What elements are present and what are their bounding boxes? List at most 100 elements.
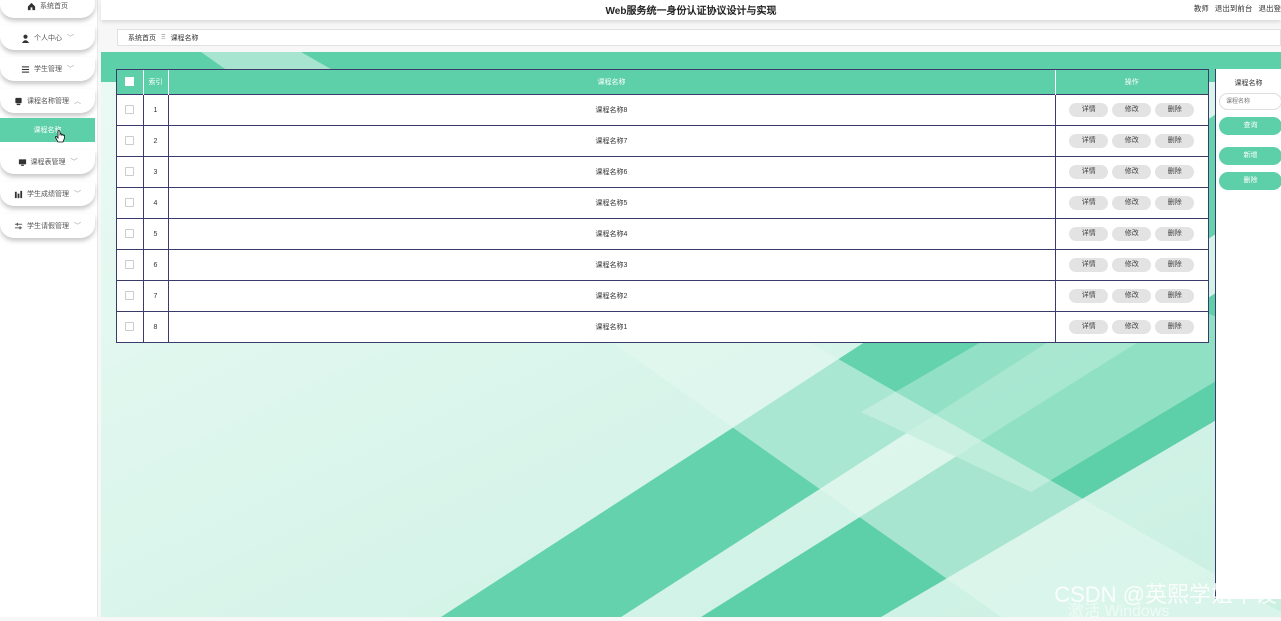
header-course-name: 课程名称 — [168, 70, 1055, 95]
detail-button[interactable]: 详情 — [1069, 196, 1108, 210]
table-row: 7课程名称2详情修改删除 — [117, 281, 1208, 312]
row-index: 2 — [143, 126, 168, 157]
back-to-front-link[interactable]: 退出到前台 — [1215, 4, 1253, 13]
chevron-down-icon: ﹀ — [71, 157, 78, 167]
edit-button[interactable]: 修改 — [1112, 320, 1151, 334]
detail-button[interactable]: 详情 — [1069, 103, 1108, 117]
chevron-down-icon: ﹀ — [67, 33, 74, 43]
row-index: 8 — [143, 312, 168, 343]
chevron-up-icon: ︿ — [74, 96, 81, 106]
row-checkbox[interactable] — [125, 167, 134, 176]
sidebar: 系统首页 个人中心 ﹀ 学生管理 ﹀ 课程名称管理 ︿ 课程名称 课程表管理 ﹀ — [0, 0, 98, 617]
breadcrumb: 系统首页 Ξ 课程名称 — [117, 29, 1281, 46]
table-row: 6课程名称3详情修改删除 — [117, 250, 1208, 281]
select-all-cell — [117, 70, 143, 95]
breadcrumb-current: 课程名称 — [171, 33, 199, 43]
detail-button[interactable]: 详情 — [1069, 165, 1108, 179]
row-course-name: 课程名称2 — [168, 281, 1055, 312]
chevron-down-icon: ﹀ — [67, 64, 74, 74]
sidebar-item-students[interactable]: 学生管理 ﹀ — [0, 57, 95, 81]
user-role: 教师 — [1194, 4, 1209, 13]
row-course-name: 课程名称6 — [168, 157, 1055, 188]
logout-link[interactable]: 退出登 — [1259, 4, 1281, 13]
row-checkbox[interactable] — [125, 198, 134, 207]
bar-chart-icon — [14, 190, 23, 199]
sliders-icon — [14, 222, 23, 231]
edit-button[interactable]: 修改 — [1112, 103, 1151, 117]
chevron-down-icon: ﹀ — [74, 189, 81, 199]
row-course-name: 课程名称8 — [168, 95, 1055, 126]
sidebar-item-profile[interactable]: 个人中心 ﹀ — [0, 26, 95, 50]
edit-button[interactable]: 修改 — [1112, 165, 1151, 179]
row-select-cell — [117, 281, 143, 312]
sidebar-item-label: 系统首页 — [40, 1, 68, 11]
delete-button[interactable]: 删除 — [1155, 165, 1194, 179]
row-select-cell — [117, 219, 143, 250]
edit-button[interactable]: 修改 — [1112, 258, 1151, 272]
sidebar-item-course-names[interactable]: 课程名称管理 ︿ — [0, 89, 95, 113]
row-actions: 详情修改删除 — [1055, 281, 1208, 312]
row-checkbox[interactable] — [125, 229, 134, 238]
detail-button[interactable]: 详情 — [1069, 258, 1108, 272]
search-panel: 课程名称 查询 新增 删除 — [1215, 69, 1281, 599]
sidebar-item-label: 课程名称管理 — [27, 96, 69, 106]
row-index: 1 — [143, 95, 168, 126]
edit-button[interactable]: 修改 — [1112, 196, 1151, 210]
table-row: 1课程名称8详情修改删除 — [117, 95, 1208, 126]
delete-button[interactable]: 删除 — [1155, 320, 1194, 334]
table-row: 4课程名称5详情修改删除 — [117, 188, 1208, 219]
delete-button[interactable]: 删除 — [1155, 103, 1194, 117]
row-select-cell — [117, 157, 143, 188]
row-actions: 详情修改删除 — [1055, 95, 1208, 126]
monitor-icon — [18, 158, 27, 167]
select-all-checkbox[interactable] — [125, 77, 134, 86]
breadcrumb-home[interactable]: 系统首页 — [128, 33, 156, 43]
header-index: 索引 — [143, 70, 168, 95]
delete-button[interactable]: 删除 — [1155, 134, 1194, 148]
row-course-name: 课程名称7 — [168, 126, 1055, 157]
search-label: 课程名称 — [1216, 78, 1281, 88]
user-icon — [21, 34, 30, 43]
row-actions: 详情修改删除 — [1055, 157, 1208, 188]
batch-delete-button[interactable]: 删除 — [1219, 172, 1281, 190]
detail-button[interactable]: 详情 — [1069, 227, 1108, 241]
query-button[interactable]: 查询 — [1219, 117, 1281, 135]
edit-button[interactable]: 修改 — [1112, 134, 1151, 148]
row-index: 6 — [143, 250, 168, 281]
sidebar-subitem-course-name[interactable]: 课程名称 — [0, 118, 95, 142]
edit-button[interactable]: 修改 — [1112, 289, 1151, 303]
sidebar-item-home[interactable]: 系统首页 — [0, 0, 95, 18]
row-course-name: 课程名称1 — [168, 312, 1055, 343]
sidebar-item-schedule[interactable]: 课程表管理 ﹀ — [0, 150, 95, 174]
table-row: 2课程名称7 详情修改删除 — [117, 126, 1208, 157]
row-checkbox[interactable] — [125, 291, 134, 300]
row-actions: 详情修改删除 — [1055, 250, 1208, 281]
detail-button[interactable]: 详情 — [1069, 134, 1108, 148]
row-checkbox[interactable] — [125, 260, 134, 269]
delete-button[interactable]: 删除 — [1155, 196, 1194, 210]
row-index: 4 — [143, 188, 168, 219]
delete-button[interactable]: 删除 — [1155, 289, 1194, 303]
row-index: 5 — [143, 219, 168, 250]
row-course-name: 课程名称3 — [168, 250, 1055, 281]
chevron-down-icon: ﹀ — [74, 221, 81, 231]
row-checkbox[interactable] — [125, 136, 134, 145]
row-index: 7 — [143, 281, 168, 312]
row-select-cell — [117, 250, 143, 281]
sidebar-item-label: 个人中心 — [34, 33, 62, 43]
add-button[interactable]: 新增 — [1219, 147, 1281, 165]
row-checkbox[interactable] — [125, 105, 134, 114]
sidebar-item-leave[interactable]: 学生请假管理 ﹀ — [0, 214, 95, 238]
delete-button[interactable]: 删除 — [1155, 227, 1194, 241]
detail-button[interactable]: 详情 — [1069, 320, 1108, 334]
edit-button[interactable]: 修改 — [1112, 227, 1151, 241]
home-icon — [27, 2, 36, 11]
detail-button[interactable]: 详情 — [1069, 289, 1108, 303]
delete-button[interactable]: 删除 — [1155, 258, 1194, 272]
list-icon — [21, 65, 30, 74]
table-row: 3课程名称6详情修改删除 — [117, 157, 1208, 188]
search-input[interactable] — [1219, 93, 1281, 110]
row-checkbox[interactable] — [125, 322, 134, 331]
sidebar-item-grades[interactable]: 学生成绩管理 ﹀ — [0, 182, 95, 206]
hand-cursor-icon — [54, 130, 66, 144]
